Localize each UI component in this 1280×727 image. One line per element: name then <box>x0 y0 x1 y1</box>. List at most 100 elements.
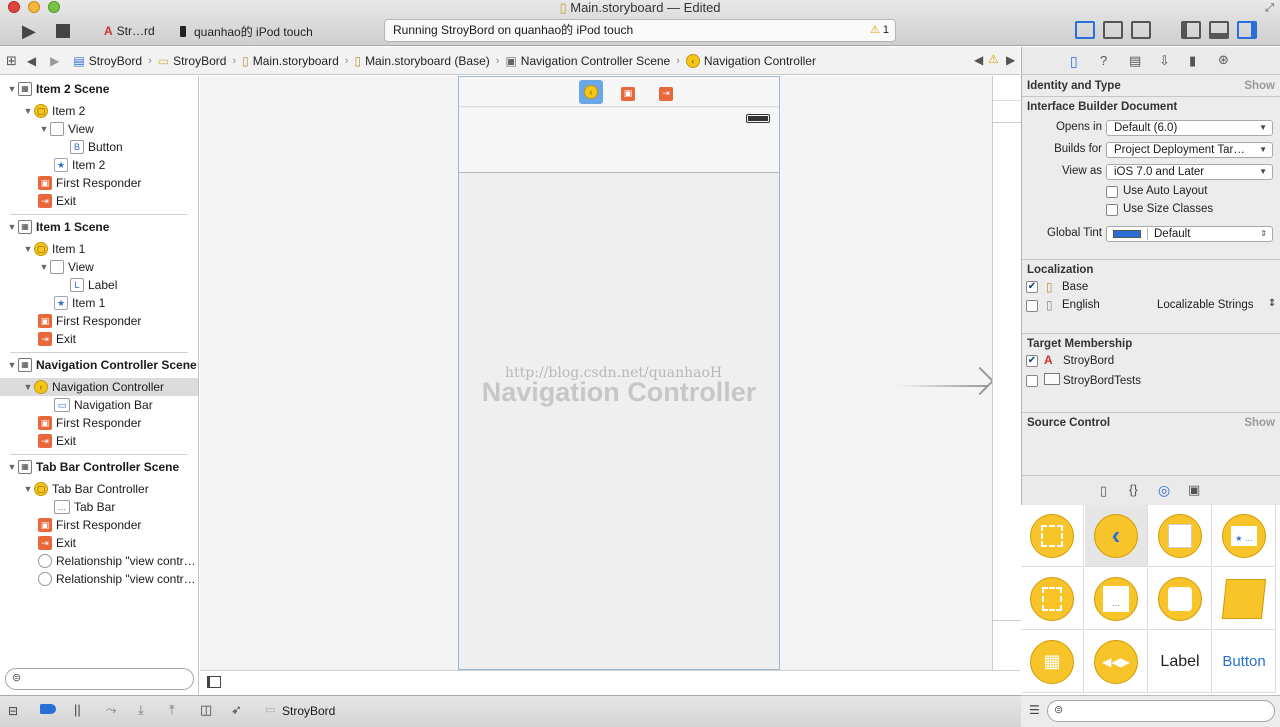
forward-arrow-icon[interactable]: ▶ <box>50 54 59 68</box>
version-editor-icon[interactable] <box>1131 21 1151 39</box>
outline-filter-field[interactable]: ⊜ <box>5 668 194 690</box>
stop-button[interactable] <box>56 18 70 44</box>
outline-exit[interactable]: ⇥ Exit <box>38 192 76 210</box>
assistant-editor-icon[interactable] <box>1103 21 1123 39</box>
debug-toggle-icon[interactable] <box>1209 21 1229 39</box>
hide-debug-icon[interactable]: ⊟ <box>8 704 18 718</box>
loc-base-checkbox[interactable]: ✔ <box>1026 281 1038 293</box>
next-issue-icon[interactable]: ▶ <box>1006 53 1015 67</box>
location-icon[interactable]: ➶ <box>231 702 242 718</box>
outline-item2[interactable]: ▼ ▢ Item 2 <box>22 102 85 120</box>
file-inspector-icon[interactable]: ▯ <box>1070 53 1078 70</box>
connections-inspector-icon[interactable]: ⊛ <box>1218 52 1229 68</box>
library-filter-field[interactable]: ⊜ <box>1047 700 1275 722</box>
object-library-icon[interactable]: ◎ <box>1158 482 1170 499</box>
run-button[interactable]: ▶ <box>22 18 36 44</box>
outline-toggle-icon[interactable] <box>207 676 221 688</box>
code-snippet-icon[interactable]: {} <box>1129 482 1138 497</box>
outline-view[interactable]: ▼ View <box>38 258 94 276</box>
lib-media-controller[interactable]: ◀◀▶ <box>1085 631 1148 693</box>
crumb-storyboard[interactable]: ▯ Main.storyboard <box>242 54 339 68</box>
step-into-icon[interactable]: ⤓ <box>138 702 144 718</box>
navigator-toggle-icon[interactable] <box>1181 21 1201 39</box>
media-library-icon[interactable]: ▣ <box>1188 482 1200 498</box>
target1-checkbox[interactable]: ✔ <box>1026 355 1038 367</box>
outline-view[interactable]: ▼ View <box>38 120 94 138</box>
step-over-icon[interactable]: ⤳ <box>106 702 116 718</box>
outline-exit[interactable]: ⇥ Exit <box>38 330 76 348</box>
outline-item2-scene[interactable]: ▼ ▦ Item 2 Scene <box>6 80 109 98</box>
size-inspector-icon[interactable]: ▮ <box>1189 53 1196 69</box>
standard-editor-icon[interactable] <box>1075 21 1095 39</box>
file-template-icon[interactable]: ▯ <box>1100 483 1107 499</box>
lib-avkit-controller[interactable] <box>1149 568 1212 630</box>
lib-collection-view-controller[interactable]: ▦ <box>1021 631 1084 693</box>
outline-tab-controller[interactable]: ▼ ▢ Tab Bar Controller <box>22 480 149 498</box>
outline-tab-bar-item[interactable]: ★ Item 1 <box>54 294 105 312</box>
lib-button[interactable]: Button <box>1213 631 1276 693</box>
dock-nav-controller[interactable]: ‹ <box>579 80 603 104</box>
lib-object[interactable] <box>1213 568 1276 630</box>
outline-first-responder[interactable]: ▣ First Responder <box>38 414 141 432</box>
crumb-scene[interactable]: ▣ Navigation Controller Scene <box>505 54 670 68</box>
attributes-inspector-icon[interactable]: ⇩ <box>1159 53 1170 69</box>
outline-first-responder[interactable]: ▣ First Responder <box>38 174 141 192</box>
crumb-project[interactable]: ▤ StroyBord <box>73 54 142 68</box>
list-view-icon[interactable]: ☰ <box>1029 703 1040 717</box>
crumb-storyboard-base[interactable]: ▯ Main.storyboard (Base) <box>354 54 489 68</box>
scheme-selector[interactable]: A Str…rd <box>104 18 155 44</box>
device-selector[interactable]: quanhao的 iPod touch <box>180 18 313 44</box>
utilities-toggle-icon[interactable] <box>1237 21 1257 39</box>
pause-icon[interactable]: || <box>74 702 81 717</box>
lib-navigation-controller[interactable]: ‹ <box>1085 505 1148 567</box>
outline-button[interactable]: B Button <box>70 138 123 156</box>
view-debug-icon[interactable]: ◫ <box>200 702 212 718</box>
global-tint-popup[interactable]: Default ⇕ <box>1106 226 1273 242</box>
outline-tab-scene[interactable]: ▼ ▦ Tab Bar Controller Scene <box>6 458 179 476</box>
outline-nav-controller[interactable]: ▼ ‹ Navigation Controller <box>0 378 198 396</box>
dock-exit[interactable]: ⇥ <box>659 85 677 101</box>
outline-first-responder[interactable]: ▣ First Responder <box>38 516 141 534</box>
outline-first-responder[interactable]: ▣ First Responder <box>38 312 141 330</box>
outline-nav-scene[interactable]: ▼ ▦ Navigation Controller Scene <box>6 356 197 374</box>
outline-tab-bar-item[interactable]: ★ Item 2 <box>54 156 105 174</box>
lib-table-view-controller[interactable] <box>1149 505 1212 567</box>
debug-target-label[interactable]: StroyBord <box>282 704 335 718</box>
crumb-folder[interactable]: ▭ StroyBord <box>158 54 227 68</box>
outline-item1-scene[interactable]: ▼ ▦ Item 1 Scene <box>6 218 109 236</box>
outline-exit[interactable]: ⇥ Exit <box>38 534 76 552</box>
builds-for-popup[interactable]: Project Deployment Tar… ▼ <box>1106 142 1273 158</box>
outline-label[interactable]: L Label <box>70 276 117 294</box>
back-arrow-icon[interactable]: ◀ <box>27 54 36 68</box>
breakpoints-icon[interactable] <box>40 704 56 714</box>
outline-relationship[interactable]: Relationship "view contr… <box>38 570 196 588</box>
source-control-header[interactable]: Source Control Show <box>1022 412 1280 432</box>
outline-item1[interactable]: ▼ ▢ Item 1 <box>22 240 85 258</box>
view-as-popup[interactable]: iOS 7.0 and Later ▼ <box>1106 164 1273 180</box>
crumb-nav-controller[interactable]: ‹ Navigation Controller <box>685 53 816 68</box>
step-out-icon[interactable]: ⤒ <box>169 702 175 718</box>
nav-controller-scene[interactable]: ‹ ▣ ⇥ Navigation Controller http://blog.… <box>458 76 780 670</box>
warning-icon[interactable]: ⚠ <box>870 24 880 36</box>
outline-nav-bar[interactable]: ▭ Navigation Bar <box>54 396 153 414</box>
opens-in-popup[interactable]: Default (6.0) ▼ <box>1106 120 1273 136</box>
related-items-icon[interactable]: ⊞ <box>6 53 17 69</box>
previous-issue-icon[interactable]: ◀ <box>974 53 983 67</box>
lib-label[interactable]: Label <box>1149 631 1212 693</box>
navigation-bar[interactable] <box>459 108 779 173</box>
outline-tab-bar[interactable]: … Tab Bar <box>54 498 115 516</box>
target2-checkbox[interactable] <box>1026 375 1038 387</box>
outline-exit[interactable]: ⇥ Exit <box>38 432 76 450</box>
lib-glkit-view-controller[interactable]: … <box>1085 568 1148 630</box>
dock-first-responder[interactable]: ▣ <box>621 85 639 101</box>
identity-type-header[interactable]: Identity and Type Show <box>1022 76 1280 96</box>
auto-layout-checkbox[interactable] <box>1106 186 1118 198</box>
warning-issue-icon[interactable]: ⚠ <box>988 52 999 66</box>
outline-relationship[interactable]: Relationship "view contr… <box>38 552 196 570</box>
quick-help-icon[interactable]: ? <box>1100 53 1107 68</box>
identity-inspector-icon[interactable]: ▤ <box>1129 53 1141 69</box>
loc-english-checkbox[interactable] <box>1026 300 1038 312</box>
fullscreen-icon[interactable]: ⤢ <box>1265 2 1274 15</box>
size-classes-checkbox[interactable] <box>1106 204 1118 216</box>
lib-view-controller[interactable] <box>1021 505 1084 567</box>
